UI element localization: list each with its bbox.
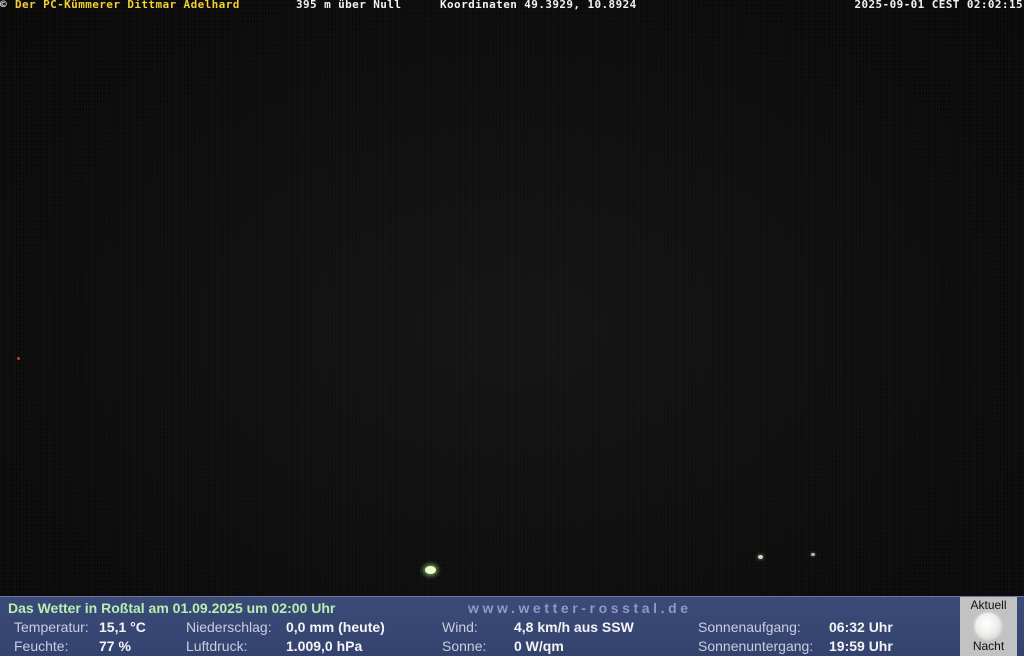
precipitation-value: 0,0 mm (heute) (286, 619, 385, 635)
wind-label: Wind: (442, 619, 478, 635)
full-moon-icon (975, 613, 1001, 639)
moon-phase-box: Aktuell Nacht (960, 597, 1017, 656)
distant-street-light (811, 553, 815, 556)
website-url: www.wetter-rosstal.de (468, 600, 692, 616)
pressure-value: 1.009,0 hPa (286, 638, 363, 654)
sunset-value: 19:59 Uhr (829, 638, 893, 654)
sunrise-label: Sonnenaufgang: (698, 619, 801, 635)
humidity-label: Feuchte: (14, 638, 69, 654)
altitude-text: 395 m über Null (296, 0, 402, 11)
timestamp-text: 2025-09-01 CEST 02:02:15 (854, 0, 1023, 11)
sunset-label: Sonnenuntergang: (698, 638, 814, 654)
wind-value: 4,8 km/h aus SSW (514, 619, 634, 635)
temperature-value: 15,1 °C (99, 619, 146, 635)
sun-label: Sonne: (442, 638, 487, 654)
sunrise-value: 06:32 Uhr (829, 619, 893, 635)
sun-value: 0 W/qm (514, 638, 564, 654)
coordinates-text: Koordinaten 49.3929, 10.8924 (440, 0, 637, 11)
webcam-info-bar: © Der PC-Kümmerer Dittmar Adelhard 395 m… (0, 0, 1024, 11)
operator-name: Der PC-Kümmerer Dittmar Adelhard (15, 0, 240, 11)
distant-street-light (758, 555, 763, 559)
precipitation-label: Niederschlag: (186, 619, 272, 635)
temperature-label: Temperatur: (14, 619, 89, 635)
humidity-value: 77 % (99, 638, 131, 654)
weather-title: Das Wetter in Roßtal am 01.09.2025 um 02… (8, 600, 336, 616)
pressure-label: Luftdruck: (186, 638, 248, 654)
webcam-image: © Der PC-Kümmerer Dittmar Adelhard 395 m… (0, 0, 1024, 656)
moon-time-label: Nacht (972, 639, 1005, 653)
moon-phase-label: Aktuell (970, 598, 1007, 612)
distant-green-light (425, 566, 436, 574)
distant-red-light (17, 357, 20, 360)
copyright-symbol: © (0, 0, 8, 11)
weather-panel: Das Wetter in Roßtal am 01.09.2025 um 02… (0, 596, 1024, 656)
